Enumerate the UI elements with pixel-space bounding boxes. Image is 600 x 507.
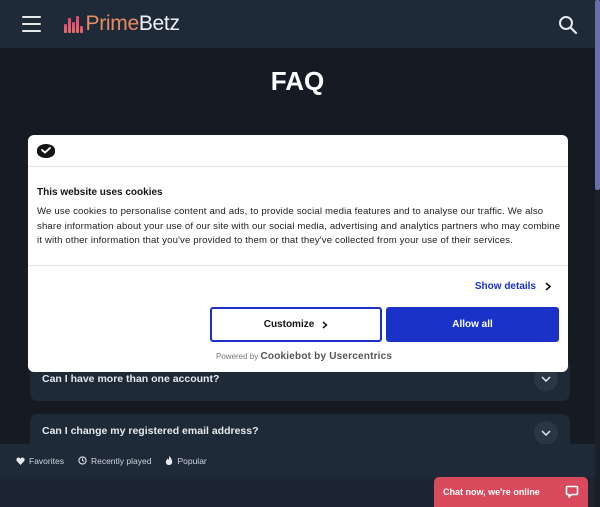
- scrollbar-thumb[interactable]: [595, 0, 600, 190]
- cookie-title: This website uses cookies: [37, 187, 163, 198]
- recently-played-label: Recently played: [90, 455, 152, 466]
- customize-label: Customize: [263, 319, 315, 330]
- faq-question: Can I have more than one account?: [42, 373, 220, 385]
- powered-prefix: Powered by: [216, 352, 259, 361]
- allow-all-button[interactable]: Allow all: [386, 307, 559, 342]
- cookiebot-logo-icon: [36, 143, 56, 159]
- show-details-link[interactable]: Show details: [475, 281, 551, 292]
- popular-tab[interactable]: Popular: [165, 455, 207, 466]
- logo-text: PrimeBetz: [86, 13, 180, 35]
- cookie-description: We use cookies to personalise content an…: [37, 206, 561, 246]
- powered-brand: Cookiebot by Usercentrics: [260, 351, 393, 362]
- favorites-label: Favorites: [29, 455, 64, 466]
- faq-question: Can I change my registered email address…: [42, 425, 259, 437]
- search-icon[interactable]: [558, 15, 578, 35]
- page-title: FAQ: [270, 66, 325, 96]
- clock-icon: [78, 456, 87, 465]
- chevron-down-icon[interactable]: [534, 421, 558, 445]
- logo-betz: Betz: [138, 12, 180, 35]
- site-header: PrimeBetz: [0, 0, 595, 48]
- hamburger-menu-icon[interactable]: [22, 16, 41, 32]
- customize-button[interactable]: Customize: [210, 307, 382, 342]
- chat-label: Chat now, we're online: [443, 487, 540, 497]
- cookie-consent-dialog: This website uses cookies We use cookies…: [28, 135, 568, 372]
- favorites-tab[interactable]: Favorites: [16, 456, 64, 466]
- logo[interactable]: PrimeBetz: [64, 13, 180, 35]
- chevron-right-icon: [545, 282, 551, 291]
- logo-prime: Prime: [85, 12, 140, 35]
- chat-widget-button[interactable]: Chat now, we're online: [434, 477, 588, 507]
- chat-bubble-icon: [565, 485, 579, 498]
- fire-icon: [166, 456, 173, 465]
- chevron-right-icon: [322, 320, 328, 329]
- bottom-nav-bar: Favorites Recently played Popular: [0, 444, 595, 477]
- show-details-label: Show details: [474, 281, 536, 292]
- divider: [28, 265, 568, 266]
- recently-played-tab[interactable]: Recently played: [78, 456, 151, 466]
- logo-bars-icon: [64, 15, 83, 33]
- powered-by[interactable]: Powered by Cookiebot by Usercentrics: [216, 351, 392, 362]
- allow-all-label: Allow all: [452, 319, 493, 330]
- heart-icon: [16, 456, 25, 465]
- popular-label: Popular: [177, 455, 207, 466]
- divider: [28, 166, 568, 167]
